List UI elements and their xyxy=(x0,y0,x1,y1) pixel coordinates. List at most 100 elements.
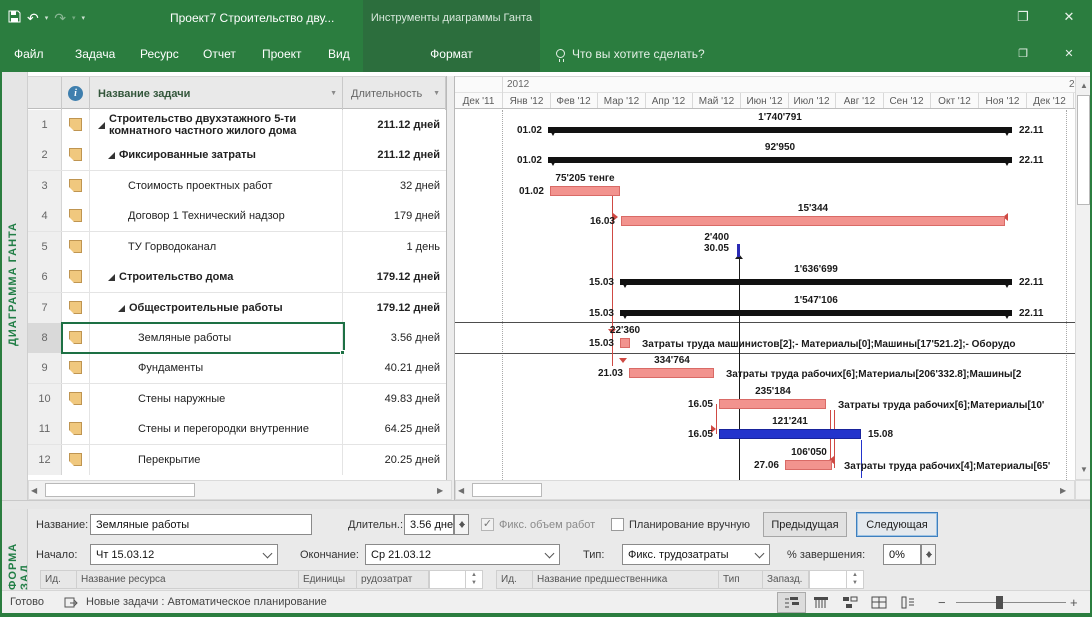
note-icon[interactable] xyxy=(69,148,82,161)
note-icon[interactable] xyxy=(69,301,82,314)
form-view-strip[interactable]: ФОРМА ЗАД xyxy=(0,509,28,590)
resource-column-header[interactable]: рудозатрат xyxy=(357,571,429,588)
timeline-month[interactable]: Апр '12 xyxy=(645,93,693,108)
gantt-chart-area[interactable]: 1'740'791 01.02 22.11 92'950 01.02 22.11 75'20… xyxy=(455,110,1075,480)
chart-scroll-thumb[interactable] xyxy=(472,483,542,497)
tell-me-box[interactable]: Что вы хотите сделать? xyxy=(556,35,705,72)
task-name-cell[interactable]: Стоимость проектных работ xyxy=(90,171,343,201)
summary-bar[interactable] xyxy=(548,157,1012,163)
table-row[interactable]: 3 Стоимость проектных работ 32 дней xyxy=(28,171,446,202)
collapse-icon[interactable] xyxy=(108,151,115,159)
task-duration-cell[interactable]: 211.12 дней xyxy=(343,140,446,170)
note-icon[interactable] xyxy=(69,453,82,466)
note-icon[interactable] xyxy=(69,240,82,253)
scroll-down-icon[interactable]: ▼ xyxy=(1080,465,1088,474)
scroll-right-icon[interactable]: ▶ xyxy=(437,486,443,495)
manual-schedule-checkbox[interactable] xyxy=(611,518,624,531)
scroll-right-icon[interactable]: ▶ xyxy=(1060,486,1066,495)
duration-input[interactable]: 3.56 дней xyxy=(404,514,454,535)
summary-bar[interactable] xyxy=(620,310,1012,316)
task-duration-cell[interactable]: 64.25 дней xyxy=(343,414,446,444)
scroll-up-icon[interactable]: ▲ xyxy=(1080,81,1088,90)
previous-task-button[interactable]: Предыдущая xyxy=(763,512,847,537)
row-number[interactable]: 6 xyxy=(28,262,62,292)
tab-1[interactable]: Файл xyxy=(14,35,44,72)
fixed-work-checkbox[interactable]: ✓ xyxy=(481,518,494,531)
table-row[interactable]: 9 Фундаменты 40.21 дней xyxy=(28,353,446,384)
task-duration-cell[interactable]: 1 день xyxy=(343,232,446,262)
selection-fill-handle[interactable] xyxy=(340,350,345,355)
task-name-cell[interactable]: Стены наружные xyxy=(90,384,343,414)
summary-bar[interactable] xyxy=(620,279,1012,285)
task-duration-cell[interactable]: 32 дней xyxy=(343,171,446,201)
timeline-month[interactable]: Июн '12 xyxy=(741,93,789,108)
name-column-header[interactable]: Название задачи ▼ xyxy=(90,77,343,110)
row-number[interactable]: 1 xyxy=(28,110,62,140)
next-task-button[interactable]: Следующая xyxy=(856,512,938,537)
timeline-month[interactable]: Окт '12 xyxy=(931,93,979,108)
summary-bar[interactable] xyxy=(548,127,1012,133)
row-number[interactable]: 10 xyxy=(28,384,62,414)
task-name-cell[interactable]: Договор 1 Технический надзор xyxy=(90,201,343,231)
task-duration-cell[interactable]: 179 дней xyxy=(343,201,446,231)
task-duration-cell[interactable]: 3.56 дней xyxy=(343,323,446,353)
collapse-icon[interactable] xyxy=(108,273,115,281)
filter-dropdown-icon[interactable]: ▼ xyxy=(330,90,337,97)
chart-horizontal-scrollbar[interactable]: ◀ ▶ xyxy=(455,480,1075,500)
save-icon[interactable] xyxy=(8,10,21,25)
undo-dropdown-icon[interactable]: ▾ xyxy=(45,14,49,22)
task-name-cell[interactable]: Стены и перегородки внутренние xyxy=(90,414,343,444)
timeline-header[interactable]: 2012 2013 Дек '11Янв '12Фев '12Мар '12Ап… xyxy=(455,76,1075,109)
task-bar[interactable] xyxy=(785,460,832,470)
note-icon[interactable] xyxy=(69,179,82,192)
note-icon[interactable] xyxy=(69,361,82,374)
tab-5[interactable]: Проект xyxy=(262,35,302,72)
predecessor-column-header[interactable]: Ид. xyxy=(497,571,533,588)
zoom-in-icon[interactable]: + xyxy=(1070,595,1078,610)
task-duration-cell[interactable]: 49.83 дней xyxy=(343,384,446,414)
scroll-left-icon[interactable]: ◀ xyxy=(458,486,464,495)
tab-format[interactable]: Формат xyxy=(363,35,540,72)
task-duration-cell[interactable]: 179.12 дней xyxy=(343,262,446,292)
corner-header-cell[interactable] xyxy=(28,77,62,110)
task-name-cell[interactable]: Общестроительные работы xyxy=(90,293,343,323)
task-bar[interactable] xyxy=(621,216,1005,226)
vertical-scroll-thumb[interactable] xyxy=(1077,95,1090,205)
timeline-month[interactable]: Янв '12 xyxy=(503,93,551,108)
row-number[interactable]: 12 xyxy=(28,445,62,475)
resource-sheet-view-button[interactable] xyxy=(864,592,893,613)
table-row[interactable]: 1 Строительство двухэтажного 5-ти комнатн… xyxy=(28,110,446,141)
collapse-icon[interactable] xyxy=(98,121,105,129)
note-icon[interactable] xyxy=(69,209,82,222)
tab-2[interactable]: Задача xyxy=(75,35,115,72)
task-bar[interactable] xyxy=(719,399,826,409)
timeline-month[interactable]: Сен '12 xyxy=(883,93,931,108)
resource-column-header[interactable]: Название ресурса xyxy=(77,571,299,588)
task-bar[interactable] xyxy=(719,429,861,439)
team-planner-view-button[interactable] xyxy=(835,592,864,613)
report-view-button[interactable] xyxy=(893,592,922,613)
scroll-left-icon[interactable]: ◀ xyxy=(31,486,37,495)
milestone-marker[interactable] xyxy=(737,244,740,257)
tab-6[interactable]: Вид xyxy=(328,35,350,72)
table-scroll-thumb[interactable] xyxy=(45,483,195,497)
timeline-month[interactable]: Фев '12 xyxy=(550,93,598,108)
timeline-month[interactable]: Июл '12 xyxy=(788,93,836,108)
task-name-cell[interactable]: Фиксированные затраты xyxy=(90,140,343,170)
finish-date-combo[interactable]: Ср 21.03.12 xyxy=(365,544,560,565)
table-row[interactable]: 5 ТУ Горводоканал 1 день xyxy=(28,232,446,263)
tab-4[interactable]: Отчет xyxy=(203,35,236,72)
new-task-mode-icon[interactable] xyxy=(64,596,78,614)
tab-3[interactable]: Ресурс xyxy=(140,35,179,72)
timeline-month[interactable]: Мар '12 xyxy=(598,93,646,108)
timeline-month[interactable]: Дек '11 xyxy=(455,93,503,108)
zoom-slider-track[interactable] xyxy=(956,602,1066,603)
timeline-month[interactable]: Ноя '12 xyxy=(979,93,1027,108)
resource-grid-scrollbar[interactable]: ▲ ▼ xyxy=(465,570,483,589)
table-row[interactable]: 4 Договор 1 Технический надзор 179 дней xyxy=(28,201,446,232)
duration-column-header[interactable]: Длительность ▼ xyxy=(343,77,446,110)
close-document-icon[interactable]: ✕ xyxy=(1054,42,1084,64)
table-row[interactable]: 7 Общестроительные работы 179.12 дней xyxy=(28,293,446,324)
resource-column-header[interactable]: Единицы xyxy=(299,571,357,588)
collapse-icon[interactable] xyxy=(118,304,125,312)
